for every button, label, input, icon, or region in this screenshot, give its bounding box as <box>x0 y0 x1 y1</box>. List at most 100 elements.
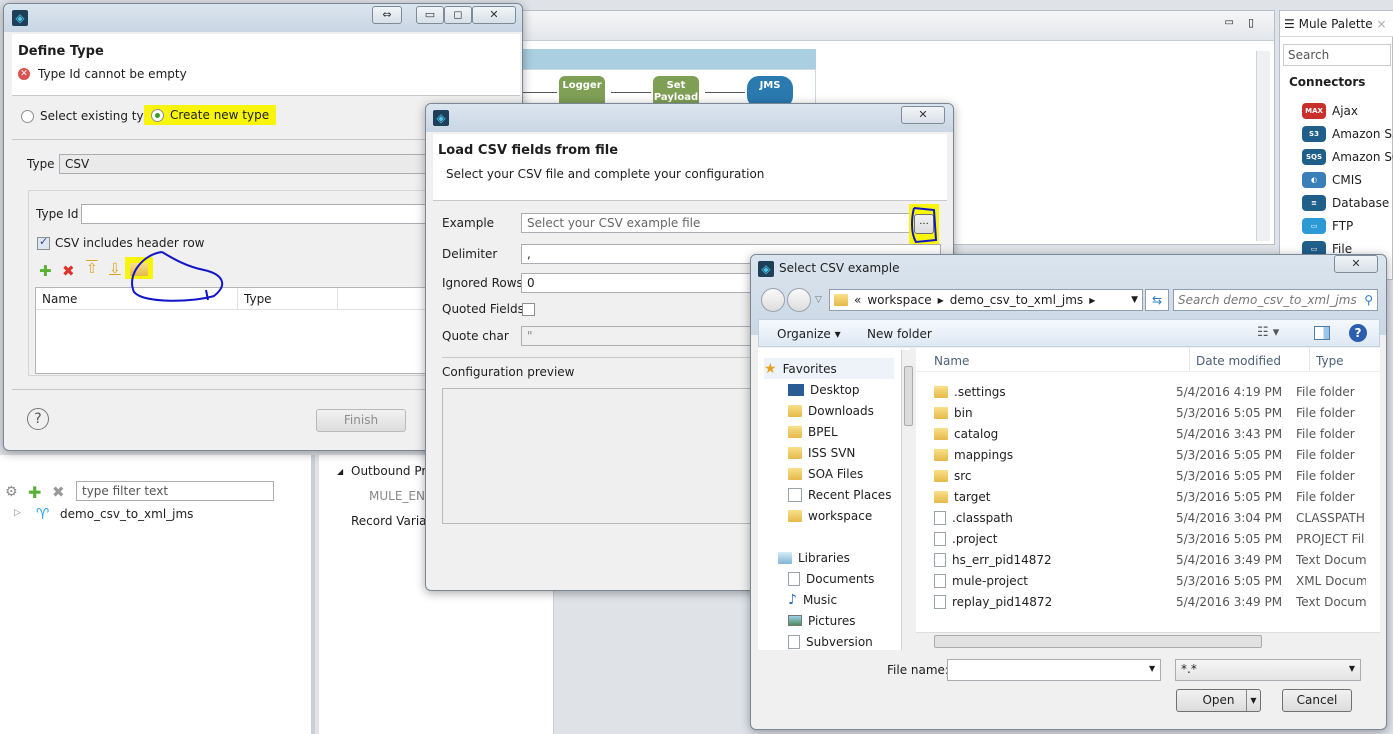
scroll-thumb[interactable] <box>904 366 913 426</box>
file-name-cell: target <box>916 490 1176 504</box>
close-icon[interactable]: × <box>1376 17 1386 31</box>
close-button[interactable]: ✕ <box>472 6 516 24</box>
nav-soa-files[interactable]: SOA Files <box>788 463 863 484</box>
nav-desktop[interactable]: Desktop <box>788 379 860 400</box>
column-type[interactable]: Type <box>238 288 338 309</box>
search-input[interactable]: Search demo_csv_to_xml_jms ⚲ <box>1173 289 1378 311</box>
column-type[interactable]: Type <box>1310 348 1350 371</box>
file-type-select[interactable]: *.* ▼ <box>1175 659 1361 681</box>
palette-item-database[interactable]: ≡ Database <box>1302 193 1389 213</box>
add-field-icon[interactable]: ✚ <box>39 262 52 280</box>
open-dropdown-icon[interactable]: ▼ <box>1246 690 1260 711</box>
file-row[interactable]: replay_pid14872 5/4/2016 3:49 PM Text Docu… <box>916 591 1380 612</box>
nav-bpel[interactable]: BPEL <box>788 421 838 442</box>
resize-icon[interactable]: ⇔ <box>372 6 402 24</box>
horizontal-scrollbar[interactable] <box>916 632 1380 650</box>
cancel-button[interactable]: Cancel <box>1282 689 1352 712</box>
nav-favorites[interactable]: ★ Favorites <box>764 358 894 379</box>
nav-music[interactable]: ♪ Music <box>788 589 837 610</box>
palette-item-amazon-sqs[interactable]: SQSAmazon SQS <box>1302 147 1393 167</box>
help-icon[interactable]: ? <box>1349 324 1367 342</box>
folder-icon <box>788 509 802 522</box>
column-date-modified[interactable]: Date modified <box>1190 348 1310 371</box>
delete-field-icon[interactable]: ✖ <box>62 262 75 280</box>
file-row[interactable]: .project 5/3/2016 5:05 PM PROJECT Fil <box>916 528 1380 549</box>
example-input[interactable]: Select your CSV example file <box>521 213 911 233</box>
new-folder-button[interactable]: New folder <box>867 327 932 341</box>
file-name-input[interactable] <box>947 659 1161 681</box>
breadcrumb-workspace[interactable]: workspace <box>867 293 931 307</box>
nav-scrollbar[interactable] <box>901 350 915 650</box>
close-button[interactable]: ✕ <box>1334 255 1378 273</box>
open-button[interactable]: Open ▼ <box>1176 689 1261 712</box>
organize-menu[interactable]: Organize ▾ <box>777 327 841 341</box>
radio-button[interactable] <box>151 108 164 122</box>
radio-new-type[interactable]: Create new type <box>144 105 277 125</box>
address-bar[interactable]: « workspace ▶ demo_csv_to_xml_jms ▶ ▼ <box>829 289 1143 311</box>
nav-iss-svn[interactable]: ISS SVN <box>788 442 855 463</box>
file-row[interactable]: src 5/3/2016 5:05 PM File folder <box>916 465 1380 486</box>
nav-downloads[interactable]: Downloads <box>788 400 874 421</box>
project-item[interactable]: demo_csv_to_xml_jms <box>60 507 193 521</box>
nav-subversion[interactable]: Subversion <box>788 631 873 650</box>
breadcrumb-separator-icon: ▶ <box>1089 295 1096 305</box>
forward-button[interactable] <box>787 288 811 312</box>
ink-annotation <box>131 251 224 302</box>
file-row[interactable]: hs_err_pid14872 5/4/2016 3:49 PM Text Docu… <box>916 549 1380 570</box>
filter-input[interactable]: type filter text <box>76 481 274 501</box>
maximize-icon[interactable]: ▯ <box>1248 16 1254 29</box>
refresh-button[interactable]: ⇆ <box>1145 289 1169 311</box>
palette-tab[interactable]: ☰ Mule Palette × <box>1280 11 1393 37</box>
file-name-dropdown-icon[interactable]: ▼ <box>1149 664 1155 673</box>
add-icon[interactable]: ✚ <box>28 483 41 502</box>
breadcrumb-project[interactable]: demo_csv_to_xml_jms <box>950 293 1083 307</box>
minimize-button[interactable]: ▭ <box>416 6 444 24</box>
file-row[interactable]: catalog 5/4/2016 3:43 PM File folder <box>916 423 1380 444</box>
file-row[interactable]: target 5/3/2016 5:05 PM File folder <box>916 486 1380 507</box>
select-csv-dialog: ◈ Select CSV example ✕ ▽ « workspace ▶ d… <box>750 254 1387 730</box>
expand-icon[interactable]: ▷ <box>14 508 21 518</box>
finish-button[interactable]: Finish <box>316 409 406 432</box>
preview-pane-icon[interactable] <box>1314 326 1330 340</box>
nav-recent-places[interactable]: Recent Places <box>788 484 891 505</box>
checkbox[interactable] <box>37 235 50 250</box>
remove-icon[interactable]: ✖ <box>52 483 65 501</box>
flow-arrow <box>705 92 745 93</box>
column-name[interactable]: Name <box>916 348 1190 371</box>
scroll-thumb[interactable] <box>934 635 1262 648</box>
nav-workspace[interactable]: workspace <box>788 505 872 526</box>
palette-heading: Connectors <box>1289 75 1366 89</box>
ignored-rows-label: Ignored Rows <box>442 276 523 290</box>
minimize-icon[interactable]: ▭ <box>1225 17 1234 28</box>
search-icon[interactable]: ⚲ <box>1364 293 1373 307</box>
file-row[interactable]: bin 5/3/2016 5:05 PM File folder <box>916 402 1380 423</box>
move-up-icon[interactable]: ⇧ <box>86 261 98 277</box>
file-row[interactable]: mule-project 5/3/2016 5:05 PM XML Docum <box>916 570 1380 591</box>
nav-libraries[interactable]: Libraries <box>778 547 850 568</box>
gear-icon[interactable]: ⚙ <box>5 484 18 500</box>
palette-item-amazon-s3[interactable]: S3 Amazon S3 <box>1302 124 1393 144</box>
view-options-icon[interactable]: ☷ ▾ <box>1257 325 1279 340</box>
file-row[interactable]: mappings 5/3/2016 5:05 PM File folder <box>916 444 1380 465</box>
radio-existing-type[interactable]: Select existing type <box>21 109 159 123</box>
file-row[interactable]: .classpath 5/4/2016 3:04 PM CLASSPATH <box>916 507 1380 528</box>
example-label: Example <box>442 216 495 230</box>
palette-item-cmis[interactable]: ◐ CMIS <box>1302 170 1362 190</box>
nav-pictures[interactable]: Pictures <box>788 610 856 631</box>
address-dropdown-icon[interactable]: ▼ <box>1131 295 1138 305</box>
move-down-icon[interactable]: ⇩ <box>109 261 121 277</box>
maximize-button[interactable]: ◻ <box>444 6 472 24</box>
palette-item-ftp[interactable]: ▭ FTP <box>1302 216 1353 236</box>
history-dropdown-icon[interactable]: ▽ <box>815 295 822 305</box>
close-button[interactable]: ✕ <box>901 106 945 124</box>
back-button[interactable] <box>761 288 785 312</box>
palette-item-ajax[interactable]: MAX Ajax <box>1302 101 1358 121</box>
palette-search-input[interactable]: Search <box>1283 44 1391 66</box>
help-icon[interactable]: ? <box>27 408 49 430</box>
file-row[interactable]: .settings 5/4/2016 4:19 PM File folder <box>916 381 1380 402</box>
editor-scrollbar[interactable] <box>1256 51 1270 241</box>
collapse-icon[interactable]: ◢ <box>337 467 343 476</box>
radio-button[interactable] <box>21 109 34 123</box>
quoted-fields-checkbox[interactable] <box>522 303 535 316</box>
nav-documents[interactable]: Documents <box>788 568 874 589</box>
